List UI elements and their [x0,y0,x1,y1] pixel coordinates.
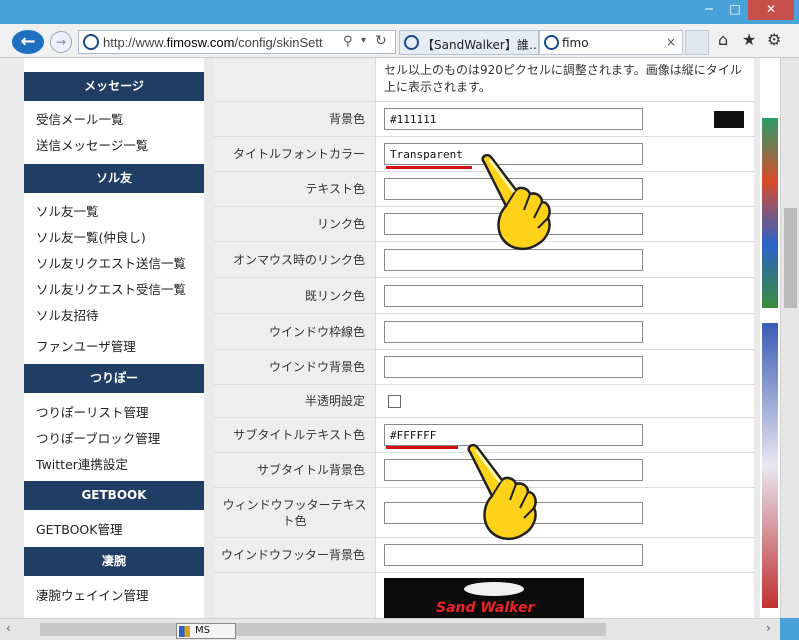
site-favicon-icon [83,34,99,50]
section-heading-sugoude: 凄腕 [24,547,204,576]
url-path: /config/skinSett [234,35,323,50]
field-label: 半透明設定 [214,385,376,417]
pointing-hand-icon [481,153,551,251]
sidebar-item-weigh-in[interactable]: 凄腕ウェイイン管理 [36,585,149,604]
sidebar-item-friend-requests-sent[interactable]: ソル友リクエスト送信一覧 [36,253,186,272]
right-ad-strip [760,58,780,618]
ad-banner [762,118,778,308]
tab-fimo[interactable]: fimo × [539,30,683,55]
home-icon[interactable]: ⌂ [718,30,728,49]
row-label [214,58,376,101]
site-favicon-icon [544,35,559,50]
taskbar-button[interactable]: MS [176,623,236,639]
maximize-button[interactable]: □ [722,0,748,20]
sidebar-item-close-friends[interactable]: ソル友一覧(仲良し) [36,227,146,246]
row-label [214,573,376,618]
window-background-color-input[interactable] [384,356,643,378]
minimize-button[interactable]: ─ [696,0,722,20]
color-swatch [714,426,744,443]
sidebar-item-inbox[interactable]: 受信メール一覧 [36,109,124,128]
color-swatch [714,111,744,128]
scroll-left-icon[interactable]: ‹ [6,621,11,635]
visited-link-color-input[interactable] [384,285,643,307]
window-border-color-input[interactable] [384,321,643,343]
page-viewport: メッセージ 受信メール一覧 送信メッセージ一覧 ソル友 ソル友一覧 ソル友一覧(… [0,58,780,618]
field-label: サブタイトル背景色 [214,453,376,487]
address-url[interactable]: http://www.fimosw.com/config/skinSett [103,35,343,50]
sidebar-item-friend-requests-received[interactable]: ソル友リクエスト受信一覧 [36,279,186,298]
sidebar-item-twitter[interactable]: Twitter連携設定 [36,454,128,473]
form-row-visited-link-color: 既リンク色 [214,278,754,314]
field-label: オンマウス時のリンク色 [214,242,376,277]
field-label: ウインドウフッター背景色 [214,538,376,572]
refresh-icon[interactable]: ↻ [375,33,387,49]
address-bar[interactable]: http://www.fimosw.com/config/skinSett ⚲ … [78,30,396,54]
favorites-star-icon[interactable]: ★ [742,30,756,49]
close-window-button[interactable]: ✕ [748,0,794,20]
translucent-checkbox[interactable] [388,395,401,408]
field-label: テキスト色 [214,172,376,206]
sidebar-item-invite-friends[interactable]: ソル友招待 [36,305,99,324]
form-row-translucent: 半透明設定 [214,385,754,418]
back-arrow-icon: ← [20,31,36,52]
form-row-note: セル以上のものは920ピクセルに調整されます。画像は縦にタイル上に表示されます。 [214,58,754,102]
background-color-input[interactable] [384,108,643,130]
section-heading-getbook: GETBOOK [24,481,204,510]
taskbar-label: MS [195,625,210,636]
search-icon[interactable]: ⚲ [343,34,353,49]
scrollbar-thumb[interactable] [40,623,606,636]
window-titlebar [0,0,799,24]
site-favicon-icon [404,35,419,50]
ad-banner [762,323,778,608]
forward-arrow-icon: → [55,35,67,49]
section-heading-friends: ソル友 [24,164,204,193]
tab-sandwalker[interactable]: 【SandWalker】誰… [399,30,539,55]
tab-close-icon[interactable]: × [666,35,676,49]
forward-button[interactable]: → [50,31,72,53]
back-button[interactable]: ← [10,28,46,56]
sidebar-item-friends[interactable]: ソル友一覧 [36,201,99,220]
sidebar: メッセージ 受信メール一覧 送信メッセージ一覧 ソル友 ソル友一覧 ソル友一覧(… [24,58,204,618]
form-row-background-color: 背景色 [214,102,754,137]
skin-preview-image: Sand Walker [384,578,584,618]
dropdown-arrow-icon[interactable]: ▾ [361,35,366,46]
section-heading-tsuripo: つりぽー [24,364,204,393]
vertical-scrollbar[interactable] [780,58,799,618]
red-underline-annotation [386,446,458,449]
url-domain: fimosw.com [166,35,235,50]
pointing-hand-icon [467,443,537,541]
fish-logo-icon [464,582,524,596]
new-tab-button[interactable] [685,30,709,55]
field-label: サブタイトルテキスト色 [214,418,376,452]
sidebar-item-sent-messages[interactable]: 送信メッセージ一覧 [36,135,148,154]
section-heading-messages: メッセージ [24,72,204,101]
settings-gear-icon[interactable]: ⚙ [767,30,781,49]
scrollbar-thumb[interactable] [784,208,797,308]
field-label: ウィンドウフッターテキスト色 [214,488,376,537]
field-label: 背景色 [214,102,376,136]
preview-brand-text: Sand Walker [436,600,535,616]
url-prefix: http://www. [103,35,167,50]
red-underline-annotation [386,166,472,169]
tab-label: 【SandWalker】誰… [422,38,539,52]
scroll-right-icon[interactable]: › [766,621,771,635]
field-label: タイトルフォントカラー [214,137,376,171]
form-row-window-background-color: ウインドウ背景色 [214,350,754,385]
skin-settings-form: セル以上のものは920ピクセルに調整されます。画像は縦にタイル上に表示されます。… [214,58,754,618]
field-label: リンク色 [214,207,376,241]
sidebar-item-tsuripo-block[interactable]: つりぽーブロック管理 [36,428,160,447]
note-text: セル以上のものは920ピクセルに調整されます。画像は縦にタイル上に表示されます。 [384,63,742,94]
field-label: 既リンク色 [214,278,376,313]
field-label: ウインドウ枠線色 [214,314,376,349]
sidebar-item-getbook[interactable]: GETBOOK管理 [36,519,122,538]
sidebar-item-fan-users[interactable]: ファンユーザ管理 [36,336,136,355]
app-icon [179,626,190,637]
form-row-window-border-color: ウインドウ枠線色 [214,314,754,350]
sidebar-item-tsuripo-list[interactable]: つりぽーリスト管理 [36,402,149,421]
horizontal-scrollbar[interactable]: ‹ › [0,618,780,640]
field-label: ウインドウ背景色 [214,350,376,384]
tab-label: fimo [562,36,589,50]
